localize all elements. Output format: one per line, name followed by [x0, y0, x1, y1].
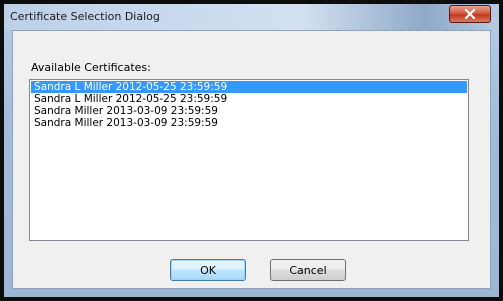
title-bar[interactable]: Certificate Selection Dialog [4, 4, 499, 30]
cancel-button[interactable]: Cancel [270, 259, 346, 281]
close-x-icon [464, 9, 476, 19]
certificate-dialog-window: Certificate Selection Dialog Available C… [0, 0, 503, 301]
dialog-client-area: Available Certificates: Sandra L Miller … [12, 30, 491, 289]
available-certificates-label: Available Certificates: [31, 61, 151, 74]
certificate-list-item[interactable]: Sandra L Miller 2012-05-25 23:59:59 [31, 81, 467, 93]
window-title: Certificate Selection Dialog [10, 10, 160, 23]
close-button[interactable] [449, 5, 491, 23]
ok-button[interactable]: OK [170, 259, 246, 281]
certificate-list-item[interactable]: Sandra L Miller 2012-05-25 23:59:59 [31, 93, 467, 105]
certificate-list-item[interactable]: Sandra Miller 2013-03-09 23:59:59 [31, 105, 467, 117]
certificate-list-item[interactable]: Sandra Miller 2013-03-09 23:59:59 [31, 117, 467, 129]
certificate-listbox[interactable]: Sandra L Miller 2012-05-25 23:59:59 Sand… [29, 79, 469, 241]
